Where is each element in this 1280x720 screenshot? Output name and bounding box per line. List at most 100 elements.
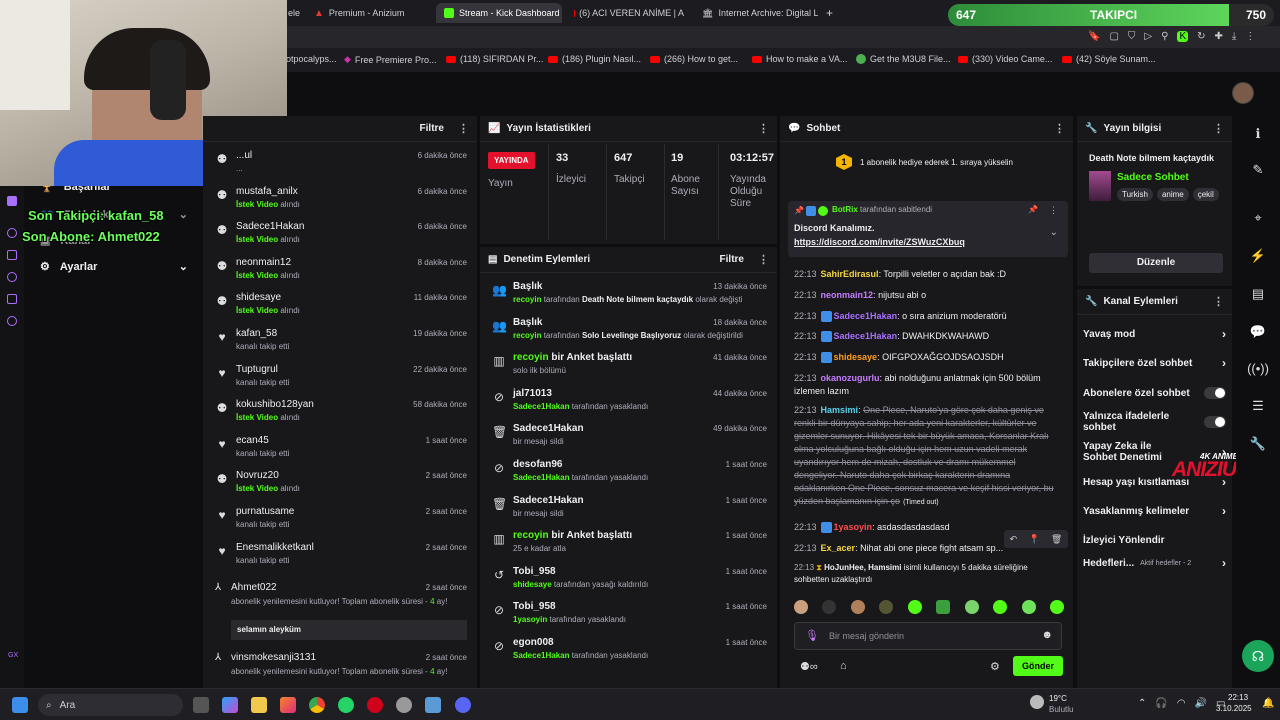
bookmark-item[interactable]: (42) Söyle Sunam... bbox=[1062, 54, 1156, 64]
chat-user[interactable]: shidesaye bbox=[834, 352, 878, 362]
weather-icon[interactable] bbox=[1030, 695, 1044, 709]
new-tab-button[interactable]: + bbox=[818, 3, 838, 23]
shield-icon[interactable]: ⛉ bbox=[1128, 31, 1136, 42]
bookmark-item[interactable]: (266) How to get... bbox=[650, 54, 738, 64]
tab-anizium[interactable]: ▲ Premium - Anizium bbox=[306, 3, 430, 23]
bookmark-item[interactable]: (330) Video Came... bbox=[958, 54, 1052, 64]
toggle-switch[interactable] bbox=[1204, 416, 1226, 428]
emote-icon[interactable] bbox=[1021, 600, 1036, 614]
channel-action-item[interactable]: Yalnızca ifadelerle sohbet bbox=[1083, 409, 1226, 435]
emote-icon[interactable] bbox=[822, 600, 837, 614]
copilot-icon[interactable] bbox=[222, 697, 238, 713]
chat-user[interactable]: Hamsimi bbox=[821, 405, 859, 415]
bookmark-item[interactable]: Get the M3U8 File... bbox=[856, 54, 951, 64]
channel-action-item[interactable]: Takipçilere özel sohbet › bbox=[1083, 350, 1226, 376]
headset-icon[interactable]: 🎧 bbox=[1155, 698, 1167, 709]
toggle-switch[interactable] bbox=[1204, 387, 1226, 399]
bolt-icon[interactable]: ⚡ bbox=[1236, 238, 1280, 274]
taskbar-search[interactable]: ⌕ Ara bbox=[38, 694, 183, 716]
notification-icon[interactable]: 🔔 bbox=[1262, 698, 1274, 709]
emote-icon[interactable] bbox=[936, 600, 951, 614]
download-icon[interactable]: ⤓ bbox=[1232, 31, 1236, 42]
kebab-icon[interactable]: ⋮ bbox=[758, 253, 769, 266]
refresh-icon[interactable]: ↻ bbox=[1197, 31, 1205, 42]
chat-user[interactable]: 1yasoyin bbox=[834, 522, 873, 532]
stream-category[interactable]: Sadece Sohbet bbox=[1117, 172, 1189, 183]
speaker-icon[interactable]: 🔊 bbox=[1195, 698, 1207, 709]
chat-user[interactable]: Sadece1Hakan bbox=[834, 331, 898, 341]
emote-icon[interactable] bbox=[993, 600, 1008, 614]
twitch-icon[interactable] bbox=[7, 196, 17, 206]
emoji-icon[interactable]: ☻ bbox=[1041, 629, 1053, 641]
pinned-link[interactable]: https://discord.com/invite/ZSWuzCXbuq bbox=[794, 237, 965, 247]
pin-icon[interactable]: ⚲ bbox=[1161, 31, 1168, 42]
chat-bubble-icon[interactable]: 💬 bbox=[1236, 314, 1280, 350]
emote-icon[interactable] bbox=[964, 600, 979, 614]
capture-icon[interactable]: ▢ bbox=[1109, 31, 1118, 42]
target-icon[interactable]: ⌖ bbox=[1236, 200, 1280, 236]
gift-banner[interactable]: 1 abonelik hediye ederek 1. sıraya yükse… bbox=[860, 158, 1013, 167]
kebab-icon[interactable]: ⋮ bbox=[1213, 295, 1224, 308]
emote-icon[interactable] bbox=[1049, 600, 1064, 614]
settings-dots-icon[interactable]: ⚉∞ bbox=[800, 660, 818, 673]
broadcast-icon[interactable]: ((•)) bbox=[1236, 350, 1280, 386]
menu-icon[interactable]: ⋮ bbox=[1245, 31, 1255, 42]
kebab-icon[interactable]: ⋮ bbox=[1054, 122, 1065, 135]
chat-user[interactable]: okanozugurlu bbox=[821, 373, 880, 383]
whatsapp-icon[interactable] bbox=[338, 697, 354, 713]
kick-extension-icon[interactable]: K bbox=[1177, 31, 1189, 42]
settings-icon[interactable] bbox=[7, 316, 17, 326]
chat-user[interactable]: Sadece1Hakan bbox=[834, 311, 898, 321]
kebab-icon[interactable]: ⋮ bbox=[758, 122, 769, 135]
nav-settings[interactable]: ⚙ Ayarlar ⌄ bbox=[40, 260, 188, 274]
rail-icon[interactable] bbox=[7, 250, 17, 260]
emote-icon[interactable] bbox=[907, 600, 922, 614]
windows-start-icon[interactable] bbox=[12, 697, 28, 713]
pin-icon[interactable]: 📍 bbox=[1028, 534, 1039, 545]
obs-icon[interactable] bbox=[396, 697, 412, 713]
tab-kick-dashboard[interactable]: Stream - Kick Dashboard bbox=[436, 3, 562, 23]
channel-action-item[interactable]: Hedefleri... Aktif hedefler - 2 › bbox=[1083, 550, 1226, 576]
document-icon[interactable]: ▤ bbox=[1236, 276, 1280, 312]
bookmark-item[interactable]: How to make a VA... bbox=[752, 54, 847, 64]
emote-icon[interactable] bbox=[850, 600, 865, 614]
pencil-icon[interactable]: ✎ bbox=[1236, 152, 1280, 188]
discord-icon[interactable] bbox=[455, 697, 471, 713]
chevron-down-icon[interactable]: ⌄ bbox=[1050, 227, 1058, 238]
bookmark-item[interactable]: (186) Plugin Nasıl... bbox=[548, 54, 641, 64]
mod-filter-button[interactable]: Filtre bbox=[720, 254, 744, 265]
play-icon[interactable]: ▷ bbox=[1144, 31, 1152, 42]
chat-user[interactable]: neonmain12 bbox=[821, 290, 874, 300]
store-icon[interactable]: ⌂ bbox=[840, 660, 847, 672]
trash-icon[interactable]: 🗑 bbox=[1051, 534, 1062, 545]
bookmark-item[interactable]: otpocalyps... bbox=[286, 54, 337, 64]
channel-action-item[interactable]: Abonelere özel sohbet bbox=[1083, 380, 1226, 406]
app-icon[interactable] bbox=[425, 697, 441, 713]
taskview-icon[interactable] bbox=[193, 697, 209, 713]
puzzle-icon[interactable]: ✚ bbox=[1215, 31, 1223, 42]
avatar[interactable] bbox=[1232, 82, 1254, 104]
instagram-icon[interactable] bbox=[280, 697, 296, 713]
list-icon[interactable]: ☰ bbox=[1236, 388, 1280, 424]
wifi-icon[interactable]: ◠ bbox=[1177, 698, 1186, 709]
edit-button[interactable]: Düzenle bbox=[1089, 253, 1223, 273]
kebab-icon[interactable]: ⋮ bbox=[1213, 122, 1224, 135]
opera-gx-icon[interactable] bbox=[367, 697, 383, 713]
kebab-icon[interactable]: ⋮ bbox=[1049, 205, 1058, 216]
emote-icon[interactable] bbox=[879, 600, 894, 614]
bookmark-item[interactable]: ◆ Free Premiere Pro... bbox=[344, 54, 436, 65]
microphone-icon[interactable]: 🎙 bbox=[805, 629, 819, 642]
reply-icon[interactable]: ↶ bbox=[1010, 534, 1018, 545]
chrome-icon[interactable] bbox=[309, 697, 325, 713]
rail-icon[interactable] bbox=[7, 294, 17, 304]
channel-action-item[interactable]: Yavaş mod › bbox=[1083, 321, 1226, 347]
chat-user[interactable]: SahirEdirasul bbox=[821, 269, 879, 279]
emote-icon[interactable] bbox=[794, 600, 808, 614]
chat-input[interactable]: 🎙 Bir mesaj gönderin ☻ bbox=[794, 622, 1062, 650]
tab-youtube[interactable]: (6) ACI VEREN ANİME | A bbox=[566, 3, 692, 23]
bookmark-icon[interactable]: 🔖 bbox=[1088, 31, 1100, 42]
channel-action-item[interactable]: Yasaklanmış kelimeler › bbox=[1083, 498, 1226, 524]
send-button[interactable]: Gönder bbox=[1013, 656, 1063, 676]
chat-user[interactable]: Ex_acer bbox=[821, 543, 856, 553]
chevron-up-icon[interactable]: ⌃ bbox=[1138, 698, 1146, 709]
